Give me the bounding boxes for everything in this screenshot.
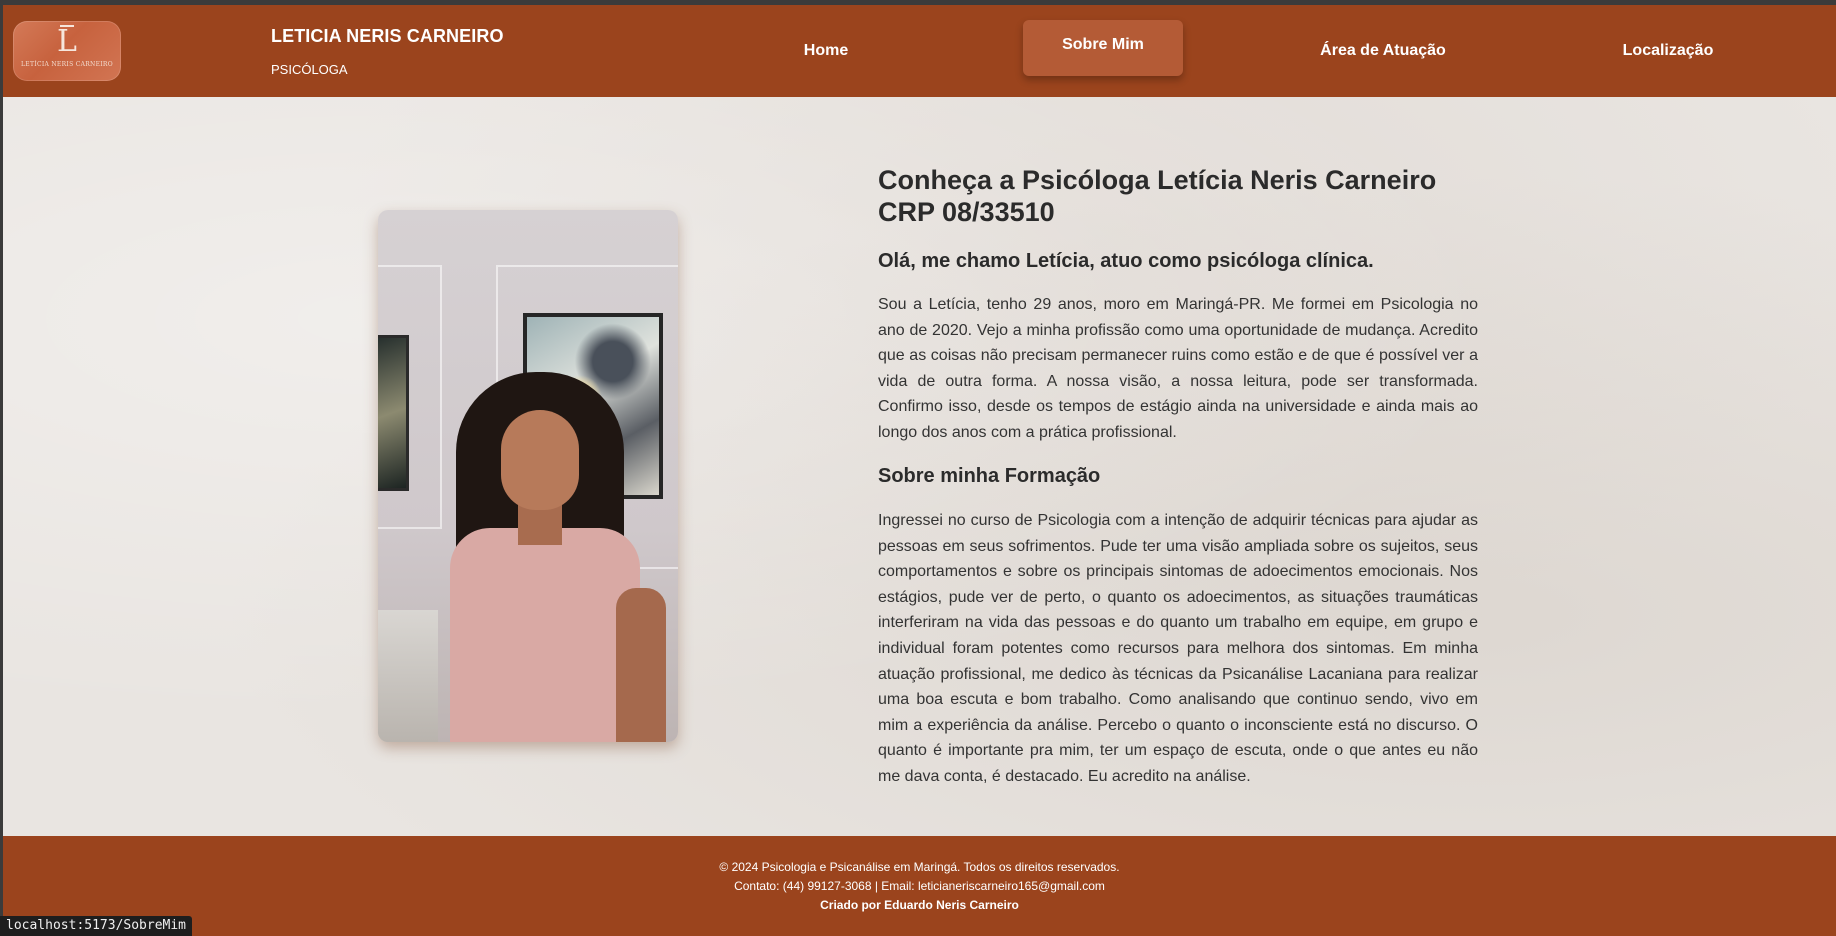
portrait-blouse [450, 528, 640, 742]
footer-contact: Contato: (44) 99127-3068 | Email: letici… [734, 879, 1105, 893]
brand-subtitle: PSICÓLOGA [271, 62, 348, 77]
profile-photo [378, 210, 678, 742]
formation-heading: Sobre minha Formação [878, 465, 1101, 487]
logo-text: LETÍCIA NERIS CARNEIRO [21, 61, 113, 68]
nav-home-link[interactable]: Home [751, 42, 901, 60]
nav-sobre-mim-label: Sobre Mim [1062, 36, 1144, 53]
greeting-heading: Olá, me chamo Letícia, atuo como psicólo… [878, 250, 1374, 272]
footer-copyright: © 2024 Psicologia e Psicanálise em Marin… [719, 860, 1120, 874]
portrait-arm [616, 588, 666, 742]
status-bar-url: localhost:5173/SobreMim [0, 916, 193, 936]
logo[interactable]: L LETÍCIA NERIS CARNEIRO [13, 21, 121, 81]
nav-area-atuacao-link[interactable]: Área de Atuação [1303, 42, 1463, 60]
about-section: Conheça a Psicóloga Letícia Neris Carnei… [3, 97, 1836, 836]
brand-name: LETICIA NERIS CARNEIRO [271, 26, 504, 46]
nav-localizacao-link[interactable]: Localização [1593, 42, 1743, 60]
page-title: Conheça a Psicóloga Letícia Neris Carnei… [878, 165, 1437, 227]
footer-credit: Criado por Eduardo Neris Carneiro [820, 898, 1019, 912]
intro-paragraph: Sou a Letícia, tenho 29 anos, moro em Ma… [878, 296, 1478, 441]
portrait-face [501, 410, 579, 510]
formation-paragraph: Ingressei no curso de Psicologia com a i… [878, 512, 1478, 785]
sofa [378, 610, 438, 742]
nav-sobre-mim-link[interactable]: Sobre Mim [1023, 20, 1183, 76]
site-header: L LETÍCIA NERIS CARNEIRO LETICIA NERIS C… [3, 5, 1836, 97]
logo-mark: L [13, 25, 121, 57]
site-footer: © 2024 Psicologia e Psicanálise em Marin… [3, 836, 1836, 936]
wall-painting [378, 335, 409, 491]
